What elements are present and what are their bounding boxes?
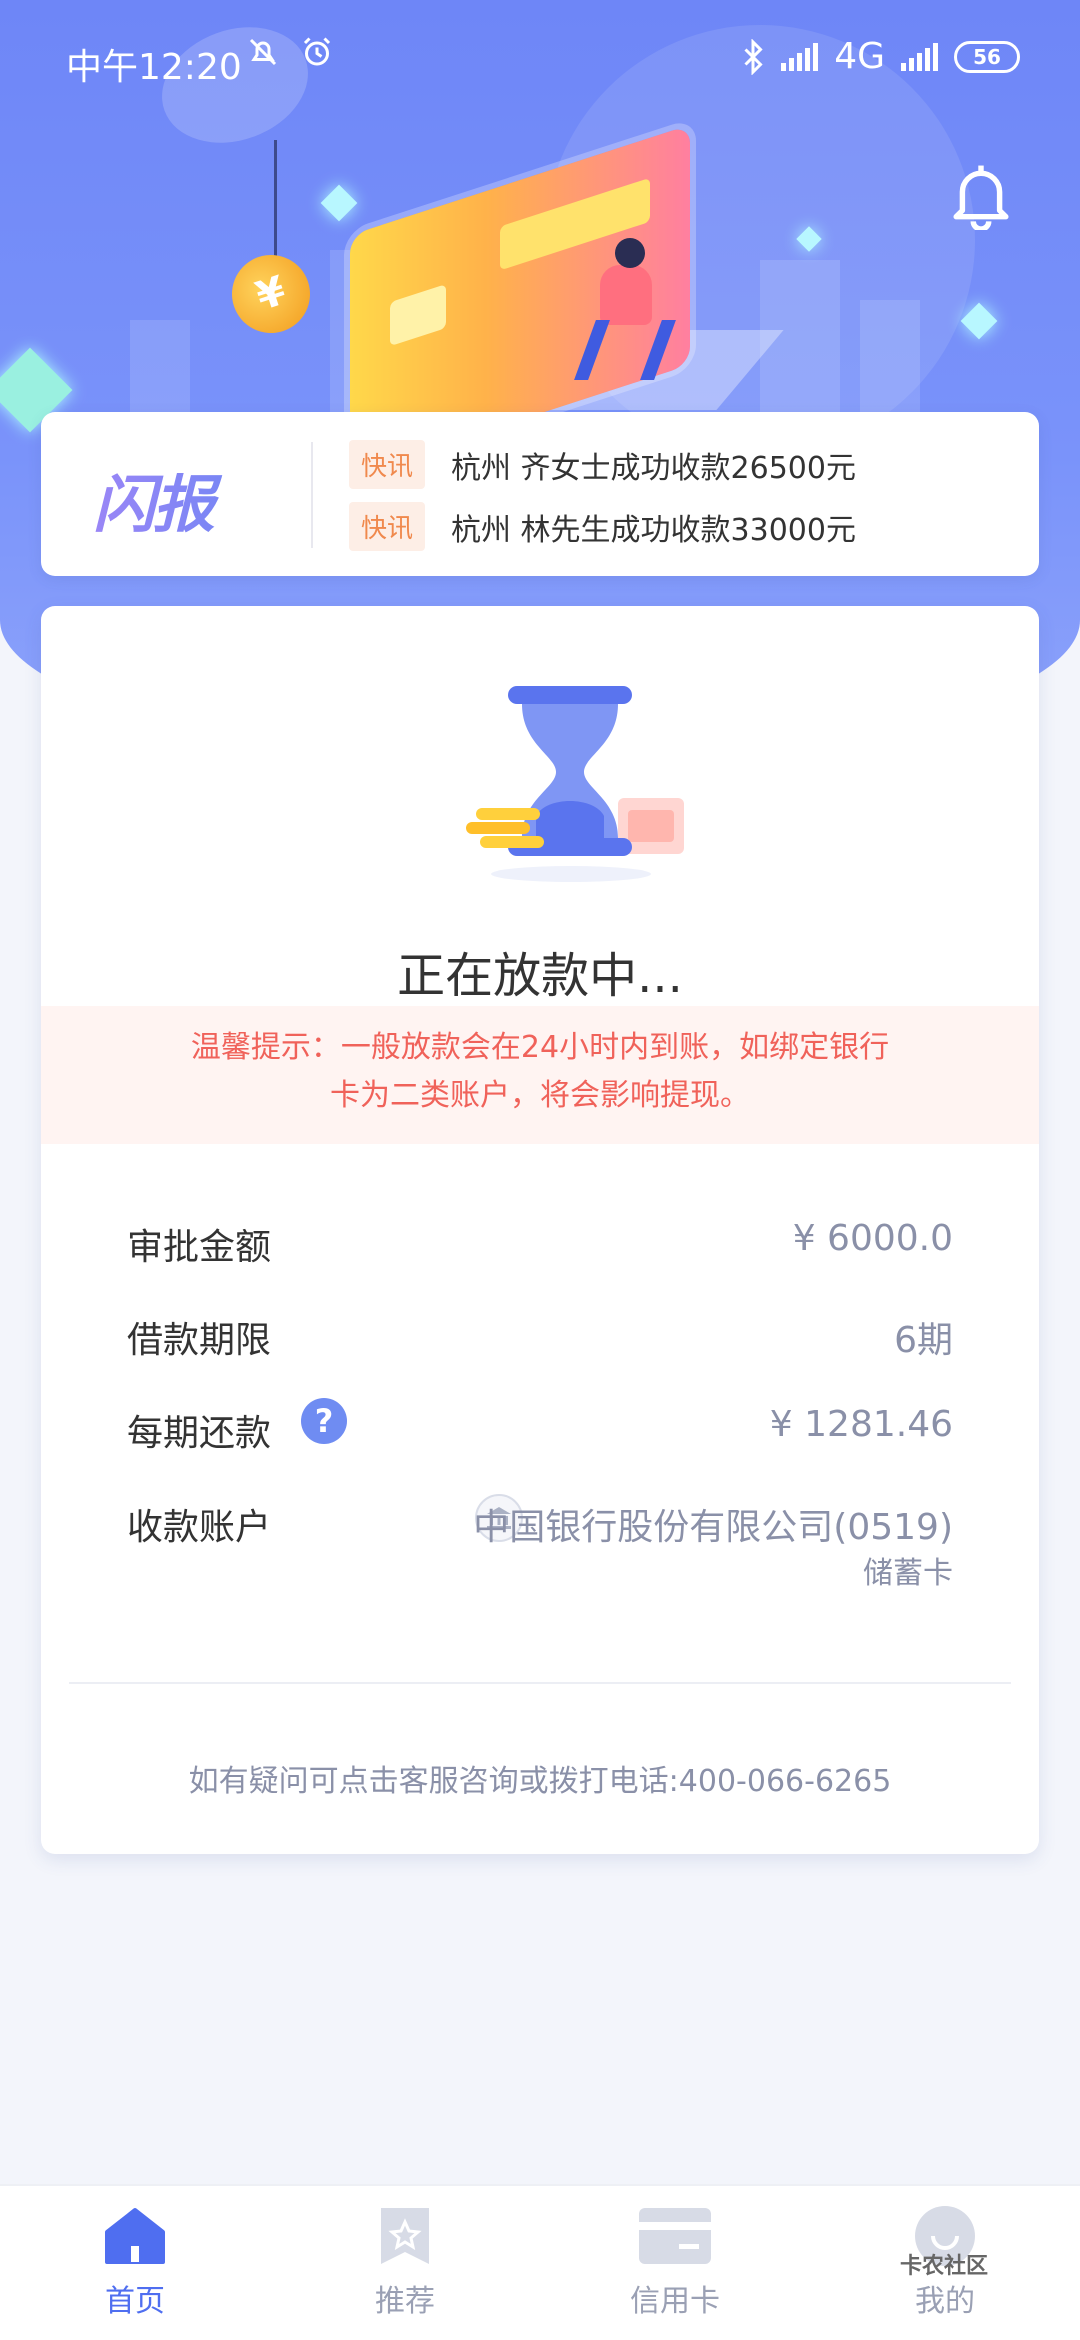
nav-label: 我的 — [915, 2284, 975, 2319]
loan-status-title: 正在放款中... — [397, 948, 683, 1004]
nav-credit-card[interactable]: 信用卡 — [575, 2206, 775, 2320]
person-illustration — [600, 265, 652, 325]
news-item[interactable]: 快讯 杭州 林先生成功收款33000元 — [349, 502, 856, 551]
hourglass-icon — [466, 686, 684, 882]
news-item[interactable]: 快讯 杭州 齐女士成功收款26500元 — [349, 440, 856, 489]
customer-service-hint[interactable]: 如有疑问可点击客服咨询或拨打电话:400-066-6265 — [41, 1756, 1039, 1800]
divider — [69, 1682, 1011, 1684]
nav-label: 信用卡 — [630, 2284, 720, 2319]
blimp-rope — [274, 140, 277, 260]
battery-icon: 56 — [954, 40, 1020, 73]
nav-label: 首页 — [105, 2284, 165, 2319]
signal-icon — [781, 42, 819, 71]
diamond-decor-icon — [960, 302, 998, 340]
signal-icon — [901, 42, 938, 71]
news-logo: 闪报 — [93, 454, 283, 541]
watermark: 卡农社区 — [900, 2248, 988, 2280]
status-icons — [245, 34, 335, 70]
credit-card-icon — [639, 2206, 711, 2266]
row-value: 中国银行股份有限公司(0519) — [473, 1507, 953, 1548]
news-tag: 快讯 — [349, 502, 426, 551]
news-ticker-card[interactable]: 闪报 快讯 杭州 齐女士成功收款26500元 快讯 杭州 林先生成功收款3300… — [41, 412, 1039, 576]
row-label: 借款期限 — [127, 1320, 272, 1361]
status-right: 4G 56 — [741, 36, 1020, 77]
nav-label: 推荐 — [375, 2284, 435, 2319]
bluetooth-icon — [744, 38, 763, 75]
card-type: 储蓄卡 — [863, 1556, 953, 1591]
watermark-text: 卡农社区 — [900, 2254, 989, 2279]
card-chip — [390, 284, 446, 347]
row-value: 6期 — [894, 1320, 953, 1361]
nav-recommend[interactable]: 推荐 — [305, 2206, 505, 2320]
home-icon — [99, 2206, 171, 2266]
recommend-icon — [369, 2206, 441, 2266]
divider — [311, 442, 313, 548]
status-time: 中午12:20 — [66, 47, 242, 88]
row-label: 收款账户 — [127, 1507, 272, 1548]
mute-bell-icon — [249, 38, 277, 66]
network-type: 4G — [834, 36, 885, 77]
nav-home[interactable]: 首页 — [35, 2206, 235, 2320]
row-value: ¥ 1281.46 — [769, 1404, 953, 1445]
news-text: 杭州 齐女士成功收款26500元 — [451, 450, 856, 486]
news-tag: 快讯 — [349, 440, 426, 489]
row-label: 每期还款 — [127, 1413, 272, 1454]
row-value: ¥ 6000.0 — [792, 1218, 953, 1259]
warning-tip: 温馨提示：一般放款会在24小时内到账，如绑定银行 卡为二类账户，将会影响提现。 — [41, 1006, 1039, 1144]
diamond-decor-icon — [320, 184, 358, 222]
help-question-icon[interactable]: ? — [301, 1398, 347, 1444]
news-text: 杭州 林先生成功收款33000元 — [451, 512, 856, 548]
yen-coin-icon: ¥ — [221, 244, 321, 344]
row-label: 审批金额 — [127, 1227, 272, 1268]
bell-icon[interactable] — [950, 160, 1012, 230]
tip-line: 温馨提示：一般放款会在24小时内到账，如绑定银行 — [190, 1030, 890, 1065]
alarm-icon — [303, 37, 331, 66]
person-head — [615, 238, 645, 268]
loan-status-card: 正在放款中... 温馨提示：一般放款会在24小时内到账，如绑定银行 卡为二类账户… — [41, 606, 1039, 1854]
tip-line: 卡为二类账户，将会影响提现。 — [330, 1078, 750, 1113]
status-bar: 中午12:20 4G 56 — [0, 0, 1080, 120]
